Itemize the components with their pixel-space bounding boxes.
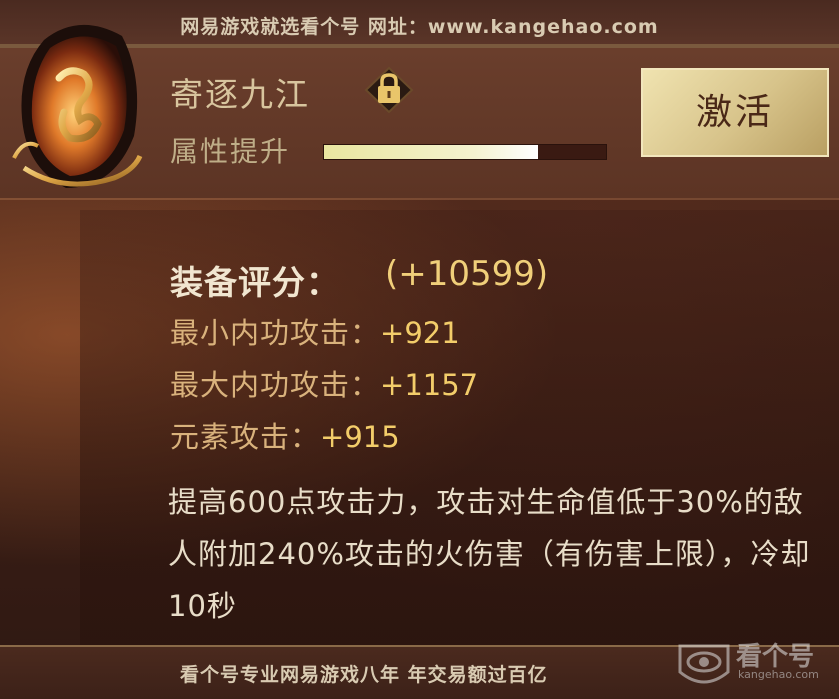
stat-row-element-attack: 元素攻击：+915 xyxy=(170,414,400,456)
flame-crest-icon xyxy=(4,18,154,198)
attribute-progress-bar xyxy=(323,144,607,160)
stat-label: 最小内功攻击： xyxy=(170,316,381,350)
logo-subtext: kangehao.com xyxy=(738,668,819,681)
stat-row-min-attack: 最小内功攻击：+921 xyxy=(170,310,460,352)
attribute-progress-fill xyxy=(324,145,539,159)
stat-value: +1157 xyxy=(380,368,479,402)
lock-icon[interactable] xyxy=(362,66,416,114)
equipment-score-label: 装备评分： xyxy=(170,263,340,302)
watermark-bottom: 看个号专业网易游戏八年 年交易额过百亿 xyxy=(180,664,548,686)
site-logo-watermark: 看个号 kangehao.com xyxy=(674,632,834,694)
activate-button[interactable]: 激活 xyxy=(641,68,829,157)
header-divider xyxy=(0,198,839,200)
item-name: 寄逐九江 xyxy=(170,75,310,114)
stat-label: 元素攻击： xyxy=(170,420,321,454)
stat-label: 最大内功攻击： xyxy=(170,368,381,402)
equipment-score-value: (+10599) xyxy=(385,254,549,294)
stat-row-max-attack: 最大内功攻击：+1157 xyxy=(170,362,478,404)
stat-value: +921 xyxy=(380,316,460,350)
attribute-boost-label: 属性提升 xyxy=(170,135,291,168)
stat-value: +915 xyxy=(320,420,400,454)
eye-logo-icon xyxy=(678,644,730,684)
item-description: 提高600点攻击力，攻击对生命值低于30%的敌人附加240%攻击的火伤害（有伤害… xyxy=(168,485,811,623)
